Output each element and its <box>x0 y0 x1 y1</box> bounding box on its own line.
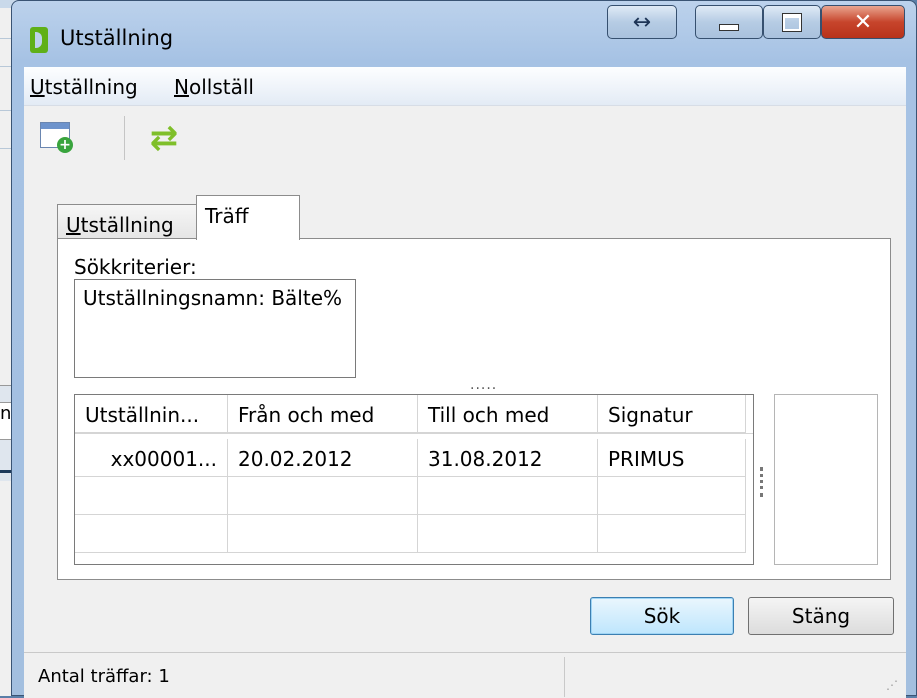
menu-item-utstallning[interactable]: Utställning <box>30 75 138 99</box>
plus-icon: + <box>57 137 73 153</box>
menu-mnemonic: N <box>174 75 189 99</box>
table-cell <box>228 515 418 553</box>
table-cell: xx00001... <box>75 439 228 477</box>
table-cell <box>418 477 598 515</box>
hit-count: Antal träffar: 1 <box>38 666 170 687</box>
menu-item-nollstall[interactable]: Nollställ <box>174 75 254 99</box>
column-header[interactable]: Utställnin... <box>75 395 228 433</box>
table-cell <box>598 515 746 553</box>
close-icon: ✕ <box>853 9 873 35</box>
table-header: Utställnin... Från och med Till och med … <box>75 395 753 434</box>
close-button[interactable]: Stäng <box>748 597 894 635</box>
table-cell <box>75 477 228 515</box>
table-cell <box>75 515 228 553</box>
results-table: Utställnin... Från och med Till och med … <box>74 394 754 565</box>
status-separator <box>564 657 565 697</box>
column-header[interactable]: Till och med <box>418 395 598 433</box>
table-cell <box>598 477 746 515</box>
minimize-icon <box>719 23 739 31</box>
column-header[interactable]: Signatur <box>598 395 746 433</box>
tab-label: Träff <box>205 204 249 228</box>
table-cell: 31.08.2012 <box>418 439 598 477</box>
tab-mnemonic: U <box>66 213 81 237</box>
exhibition-window: Utställning ↔ ✕ Utställning Nollställ + … <box>11 0 917 698</box>
results-panel: Sökkriterier: Utställningsnamn: Bälte% .… <box>57 238 891 580</box>
refresh-icon[interactable]: ⇄ <box>144 120 184 156</box>
title-bar[interactable]: Utställning ↔ ✕ <box>12 1 916 67</box>
tab-traff[interactable]: Träff <box>196 195 300 240</box>
toolbar-separator <box>124 116 125 160</box>
window-client-area: Utställning Nollställ + ⇄ Utställning Tr… <box>24 67 906 698</box>
table-cell <box>418 515 598 553</box>
resize-grip-icon[interactable]: ⋰ <box>886 678 898 692</box>
search-criteria-box[interactable]: Utställningsnamn: Bälte% <box>74 279 356 378</box>
search-button[interactable]: Sök <box>590 597 734 635</box>
column-header[interactable]: Från och med <box>228 395 418 433</box>
app-logo-icon <box>30 27 48 53</box>
table-cell: 20.02.2012 <box>228 439 418 477</box>
menu-mnemonic: U <box>30 75 45 99</box>
menu-label: tställning <box>44 75 138 99</box>
detail-pane <box>774 394 878 565</box>
table-row[interactable]: xx00001... 20.02.2012 31.08.2012 PRIMUS <box>75 439 753 477</box>
table-row[interactable] <box>75 477 753 515</box>
status-bar: Antal träffar: 1 ⋰ <box>24 652 906 698</box>
maximize-button[interactable] <box>763 5 821 39</box>
table-cell <box>228 477 418 515</box>
close-window-button[interactable]: ✕ <box>821 5 905 39</box>
double-arrow-icon: ↔ <box>632 9 652 35</box>
maximize-icon <box>782 12 802 32</box>
vertical-splitter[interactable] <box>760 467 767 497</box>
search-criteria-label: Sökkriterier: <box>74 255 197 279</box>
tab-label: tställning <box>80 213 174 237</box>
new-window-icon[interactable]: + <box>40 122 73 153</box>
menu-bar: Utställning Nollställ <box>24 67 906 106</box>
horizontal-splitter[interactable]: ..... <box>470 378 497 392</box>
table-cell: PRIMUS <box>598 439 746 477</box>
tab-utstallning[interactable]: Utställning <box>57 204 197 240</box>
minimize-button[interactable] <box>695 5 763 39</box>
table-row[interactable] <box>75 515 753 553</box>
menu-label: ollställ <box>188 75 254 99</box>
window-title: Utställning <box>60 26 174 50</box>
resize-button[interactable]: ↔ <box>607 5 677 39</box>
toolbar: + ⇄ <box>24 106 906 170</box>
